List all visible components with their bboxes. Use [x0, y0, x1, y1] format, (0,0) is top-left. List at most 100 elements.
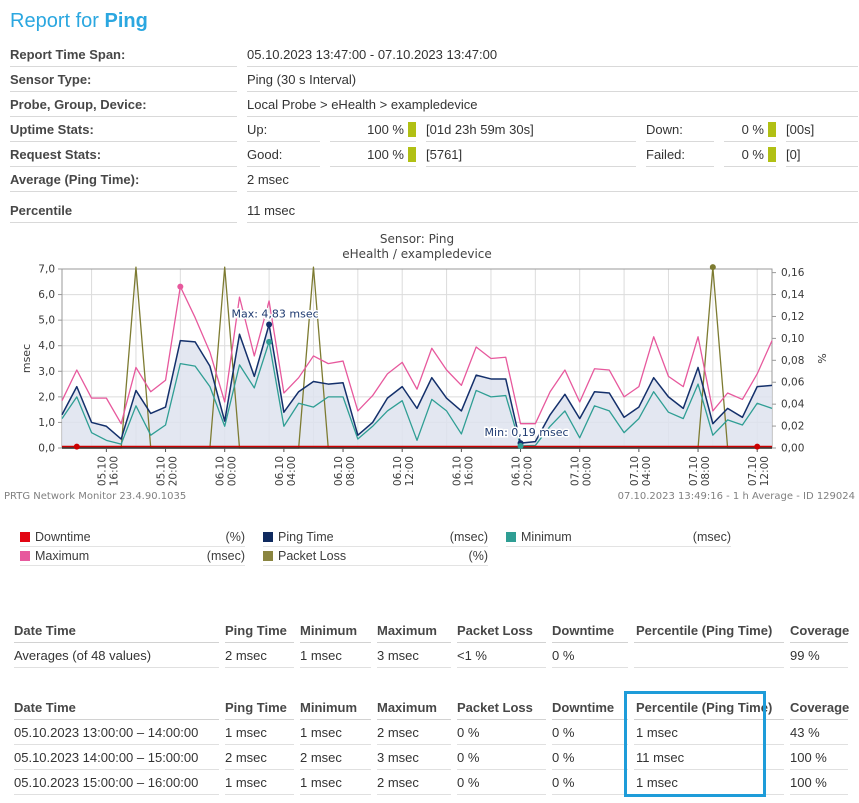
- report-time-span-label: Report Time Span:: [10, 42, 237, 67]
- report-time-span-row: Report Time Span: 05.10.2023 13:47:00 - …: [10, 42, 858, 67]
- legend-swatch: [263, 532, 273, 542]
- y-tick-label-left: 1,0: [38, 417, 55, 429]
- table-cell: 11 msec: [634, 745, 784, 770]
- column-header: Maximum: [377, 618, 451, 643]
- legend-unit: (msec): [207, 549, 245, 563]
- legend-swatch: [20, 532, 30, 542]
- table-cell: 0 %: [552, 643, 628, 668]
- percentile-value: 11 msec: [247, 198, 858, 223]
- chart-footer-version: PRTG Network Monitor 23.4.90.1035: [4, 491, 186, 502]
- x-tick-time: 12:00: [404, 456, 416, 486]
- probe-group-device-row: Probe, Group, Device: Local Probe > eHea…: [10, 92, 858, 117]
- y-tick-label-right: 0,10: [781, 333, 804, 345]
- x-tick-date: 06.10: [274, 456, 286, 486]
- column-header: Maximum: [377, 695, 451, 720]
- status-ok-indicator: [768, 147, 776, 162]
- column-header: Coverage: [790, 695, 848, 720]
- legend-unit: (%): [469, 549, 488, 563]
- y-tick-label-right: 0,00: [781, 443, 804, 455]
- table-cell: 0 %: [552, 745, 628, 770]
- chart-footer-timestamp: 07.10.2023 13:49:16 - 1 h Average - ID 1…: [618, 491, 855, 502]
- request-stats-row: Request Stats: Good: 100 % [5761] Failed…: [10, 142, 858, 167]
- y-tick-label-left: 4,0: [38, 340, 55, 352]
- table-cell: 1 msec: [225, 770, 294, 795]
- x-tick-date: 05.10: [96, 456, 108, 486]
- y-tick-label-left: 3,0: [38, 366, 55, 378]
- average-label: Average (Ping Time):: [10, 167, 237, 192]
- y-tick-label-left: 6,0: [38, 289, 55, 301]
- table-cell: 0 %: [457, 720, 546, 745]
- probe-group-device-value: Local Probe > eHealth > exampledevice: [247, 92, 858, 117]
- table-cell: 2 msec: [225, 745, 294, 770]
- column-header: Packet Loss: [457, 618, 546, 643]
- legend-swatch: [263, 551, 273, 561]
- percentile-row: Percentile 11 msec: [10, 198, 858, 223]
- x-tick-date: 06.10: [333, 456, 345, 486]
- request-stats-label: Request Stats:: [10, 142, 237, 167]
- request-good-label: Good:: [247, 142, 320, 167]
- request-failed-label: Failed:: [646, 142, 714, 167]
- y-tick-label-left: 0,0: [38, 443, 55, 455]
- page-title-sensor: Ping: [104, 10, 147, 32]
- ping-time-area: [62, 324, 772, 448]
- legend-name: Minimum: [521, 530, 693, 544]
- x-tick-time: 08:00: [700, 456, 712, 486]
- table-cell: 1 msec: [300, 770, 371, 795]
- legend-name: Downtime: [35, 530, 226, 544]
- table-row: 05.10.2023 15:00:00 – 16:00:001 msec1 ms…: [14, 770, 859, 795]
- uptime-stats-row: Uptime Stats: Up: 100 % [01d 23h 59m 30s…: [10, 117, 858, 142]
- column-header: Ping Time: [225, 695, 294, 720]
- left-axis-unit: msec: [20, 344, 33, 373]
- averages-table: Date TimePing TimeMinimumMaximumPacket L…: [14, 618, 859, 668]
- column-header: Date Time: [14, 618, 219, 643]
- column-header: Minimum: [300, 695, 371, 720]
- status-ok-indicator: [768, 122, 776, 137]
- page-title-prefix: Report for: [10, 10, 104, 32]
- y-tick-label-left: 7,0: [38, 264, 55, 276]
- x-tick-time: 20:00: [523, 456, 535, 486]
- column-header: Ping Time: [225, 618, 294, 643]
- column-header: Packet Loss: [457, 695, 546, 720]
- uptime-down-percent: 0 %: [724, 117, 776, 142]
- column-header: Downtime: [552, 618, 628, 643]
- sensor-graph: 0,01,02,03,04,05,06,07,00,000,020,040,06…: [0, 229, 859, 516]
- status-ok-indicator: [408, 122, 416, 137]
- maximum-marker: [177, 284, 183, 290]
- table-header-row: Date TimePing TimeMinimumMaximumPacket L…: [14, 695, 859, 720]
- column-header: Coverage: [790, 618, 848, 643]
- chart-title: Sensor: Ping: [380, 232, 454, 246]
- sensor-type-label: Sensor Type:: [10, 67, 237, 92]
- downtime-marker: [74, 444, 80, 450]
- y-tick-label-right: 0,08: [781, 355, 804, 367]
- y-tick-label-right: 0,12: [781, 311, 804, 323]
- status-ok-indicator: [408, 147, 416, 162]
- table-cell: 1 msec: [634, 770, 784, 795]
- table-row: 05.10.2023 13:00:00 – 14:00:001 msec1 ms…: [14, 720, 859, 745]
- column-header: Percentile (Ping Time): [634, 618, 784, 643]
- table-cell: [634, 643, 784, 668]
- y-tick-label-right: 0,04: [781, 399, 805, 411]
- table-cell: 0 %: [552, 770, 628, 795]
- x-tick-time: 04:00: [641, 456, 653, 486]
- legend-name: Maximum: [35, 549, 207, 563]
- legend-unit: (msec): [450, 530, 488, 544]
- uptime-stats-label: Uptime Stats:: [10, 117, 237, 142]
- table-header-row: Date TimePing TimeMinimumMaximumPacket L…: [14, 618, 859, 643]
- legend-unit: (%): [226, 530, 245, 544]
- uptime-down-label: Down:: [646, 117, 714, 142]
- y-tick-label-right: 0,06: [781, 377, 805, 389]
- ping-chart: 0,01,02,03,04,05,06,07,00,000,020,040,06…: [0, 229, 859, 513]
- legend-item-ping-time: Ping Time(msec): [263, 528, 488, 547]
- legend-swatch: [506, 532, 516, 542]
- x-tick-date: 06.10: [511, 456, 523, 486]
- table-cell: <1 %: [457, 643, 546, 668]
- column-header: Date Time: [14, 695, 219, 720]
- x-tick-date: 07.10: [629, 456, 641, 486]
- legend-name: Ping Time: [278, 530, 450, 544]
- uptime-up-percent: 100 %: [330, 117, 416, 142]
- x-tick-time: 16:00: [108, 456, 120, 486]
- table-cell: 05.10.2023 15:00:00 – 16:00:00: [14, 770, 219, 795]
- table-row: Averages (of 48 values)2 msec1 msec3 mse…: [14, 643, 859, 668]
- minimum-marker: [518, 443, 524, 449]
- minimum-marker: [266, 339, 272, 345]
